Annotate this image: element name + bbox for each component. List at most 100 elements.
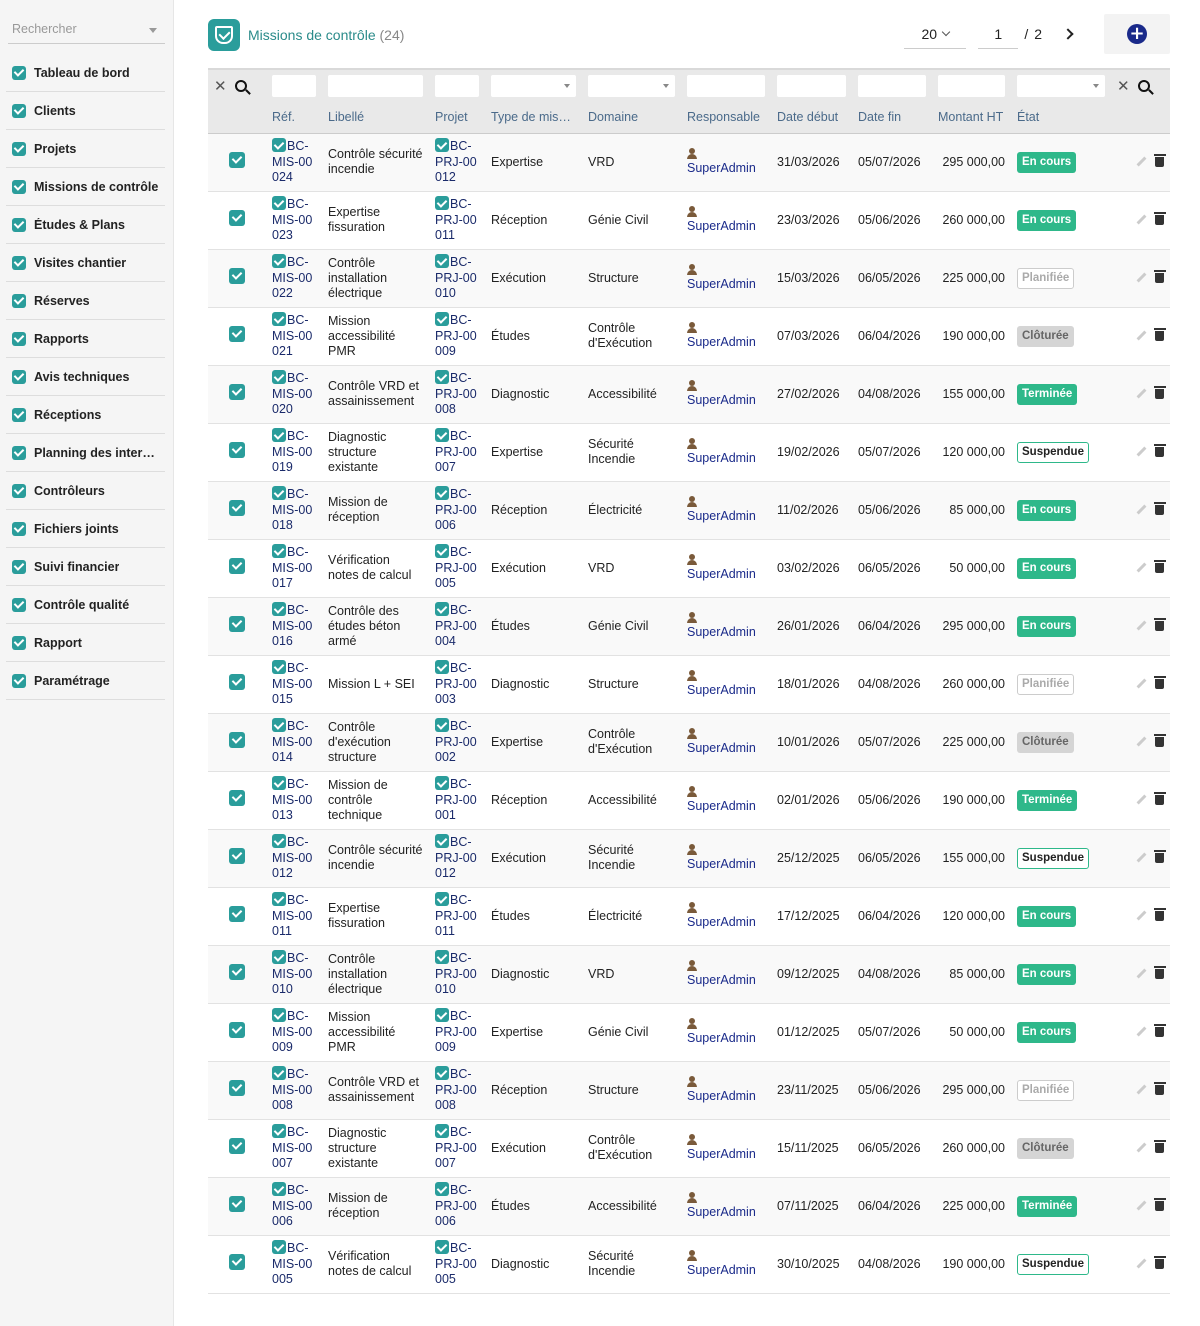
responsable-link[interactable]: SuperAdmin (687, 393, 756, 407)
cell-ref[interactable]: BC-MIS-00019 (266, 423, 322, 481)
checkbox-icon[interactable] (229, 674, 245, 690)
filter-montant[interactable] (938, 74, 1005, 97)
trash-icon[interactable] (1153, 269, 1166, 283)
table-row[interactable]: BC-MIS-00018 Mission de réception BC-PRJ-0… (208, 481, 1170, 539)
trash-icon[interactable] (1153, 849, 1166, 863)
ref-link[interactable]: BC-MIS-00010 (272, 950, 312, 996)
table-row[interactable]: BC-MIS-00006 Mission de réception BC-PRJ-0… (208, 1177, 1170, 1235)
cell-ref[interactable]: BC-MIS-00024 (266, 133, 322, 191)
ref-link[interactable]: BC-MIS-00020 (272, 370, 312, 416)
trash-icon[interactable] (1153, 733, 1166, 747)
sidebar-item[interactable]: Paramétrage (6, 662, 165, 700)
projet-link[interactable]: BC-PRJ-00008 (435, 370, 477, 416)
next-page-button[interactable] (1058, 19, 1078, 49)
checkbox-icon[interactable] (229, 558, 245, 574)
responsable-link[interactable]: SuperAdmin (687, 857, 756, 871)
cell-projet[interactable]: BC-PRJ-00010 (429, 945, 485, 1003)
cell-projet[interactable]: BC-PRJ-00009 (429, 307, 485, 365)
cell-projet[interactable]: BC-PRJ-00007 (429, 1119, 485, 1177)
column-header[interactable]: Projet (429, 101, 485, 134)
ref-link[interactable]: BC-MIS-00013 (272, 776, 312, 822)
cell-ref[interactable]: BC-MIS-00016 (266, 597, 322, 655)
search-icon[interactable] (1137, 79, 1150, 92)
cell-ref[interactable]: BC-MIS-00017 (266, 539, 322, 597)
table-row[interactable]: BC-MIS-00012 Contrôle sécurité incendie BC… (208, 829, 1170, 887)
edit-icon[interactable] (1136, 678, 1147, 688)
sidebar-item[interactable]: Fichiers joints (6, 510, 165, 548)
cell-ref[interactable]: BC-MIS-00015 (266, 655, 322, 713)
cell-responsable[interactable]: SuperAdmin (681, 829, 771, 887)
cell-projet[interactable]: BC-PRJ-00010 (429, 249, 485, 307)
sidebar-item[interactable]: Suivi financier (6, 548, 165, 586)
cell-responsable[interactable]: SuperAdmin (681, 887, 771, 945)
cell-responsable[interactable]: SuperAdmin (681, 1177, 771, 1235)
table-row[interactable]: BC-MIS-00014 Contrôle d'exécution structu… (208, 713, 1170, 771)
cell-responsable[interactable]: SuperAdmin (681, 133, 771, 191)
sidebar-item[interactable]: Réceptions (6, 396, 165, 434)
sidebar-item[interactable]: Missions de contrôle (6, 168, 165, 206)
projet-link[interactable]: BC-PRJ-00009 (435, 1008, 477, 1054)
checkbox-icon[interactable] (229, 848, 245, 864)
table-row[interactable]: BC-MIS-00015 Mission L + SEI BC-PRJ-00003 D… (208, 655, 1170, 713)
table-row[interactable]: BC-MIS-00011 Expertise fissuration BC-PRJ-… (208, 887, 1170, 945)
filter-etat[interactable] (1017, 74, 1105, 97)
cell-ref[interactable]: BC-MIS-00020 (266, 365, 322, 423)
responsable-link[interactable]: SuperAdmin (687, 1089, 756, 1103)
cell-ref[interactable]: BC-MIS-00007 (266, 1119, 322, 1177)
cell-projet[interactable]: BC-PRJ-00012 (429, 133, 485, 191)
edit-icon[interactable] (1136, 1084, 1147, 1094)
checkbox-icon[interactable] (229, 500, 245, 516)
sidebar-item[interactable]: Clients (6, 92, 165, 130)
clear-filter-icon[interactable]: ✕ (1117, 77, 1130, 95)
filter-type[interactable] (491, 74, 576, 97)
page-number-input[interactable]: 1 (978, 19, 1019, 49)
table-row[interactable]: BC-MIS-00008 Contrôle VRD et assainisseme… (208, 1061, 1170, 1119)
cell-projet[interactable]: BC-PRJ-00008 (429, 365, 485, 423)
ref-link[interactable]: BC-MIS-00005 (272, 1240, 312, 1286)
ref-link[interactable]: BC-MIS-00015 (272, 660, 312, 706)
edit-icon[interactable] (1136, 1258, 1147, 1268)
checkbox-icon[interactable] (229, 1196, 245, 1212)
ref-link[interactable]: BC-MIS-00012 (272, 834, 312, 880)
projet-link[interactable]: BC-PRJ-00004 (435, 602, 477, 648)
cell-responsable[interactable]: SuperAdmin (681, 771, 771, 829)
edit-icon[interactable] (1136, 388, 1147, 398)
column-header[interactable]: Date fin (852, 101, 932, 134)
responsable-link[interactable]: SuperAdmin (687, 1031, 756, 1045)
cell-responsable[interactable]: SuperAdmin (681, 1235, 771, 1293)
cell-responsable[interactable]: SuperAdmin (681, 597, 771, 655)
table-row[interactable]: BC-MIS-00022 Contrôle installation électr… (208, 249, 1170, 307)
table-row[interactable]: BC-MIS-00021 Mission accessibilité PMR BC-… (208, 307, 1170, 365)
ref-link[interactable]: BC-MIS-00024 (272, 138, 312, 184)
ref-link[interactable]: BC-MIS-00011 (272, 892, 312, 938)
responsable-link[interactable]: SuperAdmin (687, 509, 756, 523)
table-row[interactable]: BC-MIS-00007 Diagnostic structure existan… (208, 1119, 1170, 1177)
checkbox-icon[interactable] (229, 1138, 245, 1154)
cell-ref[interactable]: BC-MIS-00006 (266, 1177, 322, 1235)
sidebar-item[interactable]: Rapports (6, 320, 165, 358)
add-mission-button[interactable]: + (1104, 14, 1170, 54)
table-row[interactable]: BC-MIS-00023 Expertise fissuration BC-PRJ-… (208, 191, 1170, 249)
checkbox-icon[interactable] (229, 732, 245, 748)
trash-icon[interactable] (1153, 443, 1166, 457)
projet-link[interactable]: BC-PRJ-00010 (435, 254, 477, 300)
trash-icon[interactable] (1153, 791, 1166, 805)
cell-projet[interactable]: BC-PRJ-00005 (429, 539, 485, 597)
ref-link[interactable]: BC-MIS-00016 (272, 602, 312, 648)
edit-icon[interactable] (1136, 330, 1147, 340)
cell-projet[interactable]: BC-PRJ-00001 (429, 771, 485, 829)
cell-ref[interactable]: BC-MIS-00012 (266, 829, 322, 887)
projet-link[interactable]: BC-PRJ-00002 (435, 718, 477, 764)
cell-projet[interactable]: BC-PRJ-00005 (429, 1235, 485, 1293)
checkbox-icon[interactable] (229, 210, 245, 226)
cell-projet[interactable]: BC-PRJ-00004 (429, 597, 485, 655)
edit-icon[interactable] (1136, 1026, 1147, 1036)
cell-projet[interactable]: BC-PRJ-00003 (429, 655, 485, 713)
responsable-link[interactable]: SuperAdmin (687, 915, 756, 929)
filter-date-debut[interactable] (777, 74, 846, 97)
projet-link[interactable]: BC-PRJ-00010 (435, 950, 477, 996)
sidebar-item[interactable]: Planning des interv… (6, 434, 165, 472)
ref-link[interactable]: BC-MIS-00023 (272, 196, 312, 242)
column-header[interactable]: Libellé (322, 101, 429, 134)
edit-icon[interactable] (1136, 504, 1147, 514)
